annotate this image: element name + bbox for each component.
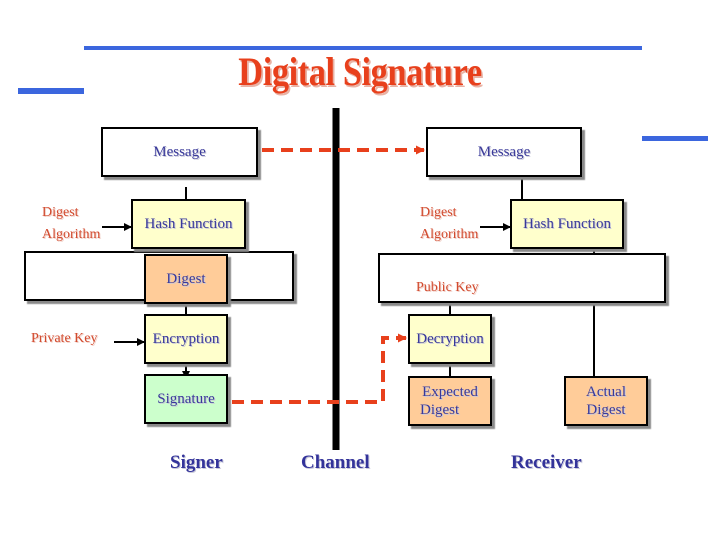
receiver-message-box: Message [426, 127, 582, 177]
signer-message-label: Message [153, 144, 206, 160]
encryption-label: Encryption [152, 331, 220, 347]
receiver-role-label: Receiver [511, 452, 582, 473]
receiver-message-label: Message [477, 144, 531, 160]
signer-digest-box: Digest [144, 254, 228, 304]
signature-box: Signature [144, 374, 228, 424]
signer-role-label: Signer [170, 452, 223, 473]
signer-hash-function-box: Hash Function [131, 199, 246, 249]
signature-label: Signature [157, 391, 215, 407]
receiver-public-key-group-box: Public Key [378, 253, 666, 303]
encryption-box: Encryption [144, 314, 228, 364]
receiver-digest-algorithm-label: Digest Algorithm [420, 205, 479, 242]
signer-digest-algorithm-label: Digest Algorithm [42, 205, 101, 242]
decryption-box: Decryption [408, 314, 492, 364]
channel-role-label: Channel [301, 452, 370, 473]
actual-digest-box: Actual Digest [564, 376, 648, 426]
receiver-hash-function-box: Hash Function [510, 199, 624, 249]
expected-digest-box: Expected Digest [408, 376, 492, 426]
signer-digest-label: Digest [166, 271, 206, 287]
decryption-label: Decryption [416, 331, 484, 347]
receiver-hash-function-label: Hash Function [523, 216, 611, 232]
dashed-signature-transfer [232, 333, 407, 404]
signer-hash-function-label: Hash Function [144, 216, 233, 232]
signer-message-box: Message [101, 127, 258, 177]
public-key-label: Public Key [416, 280, 479, 295]
private-key-label: Private Key [31, 331, 98, 346]
